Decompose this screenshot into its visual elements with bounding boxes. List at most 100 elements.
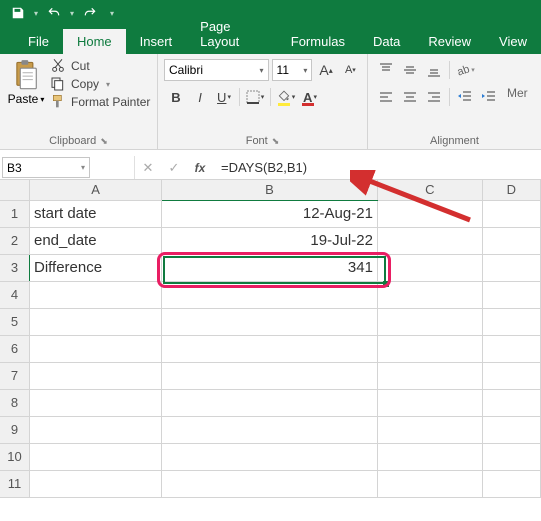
cell-A10[interactable]	[29, 443, 161, 470]
increase-indent-icon[interactable]	[477, 86, 501, 108]
tab-data[interactable]: Data	[359, 29, 414, 54]
cancel-formula-icon[interactable]: ✕	[135, 160, 161, 176]
cell-C2[interactable]	[377, 227, 482, 254]
save-icon[interactable]	[6, 2, 30, 24]
row-header-2[interactable]: 2	[0, 227, 29, 254]
fill-color-button[interactable]: ▾	[274, 86, 298, 108]
font-name-combo[interactable]: Calibri▾	[164, 59, 269, 81]
row-header-9[interactable]: 9	[0, 416, 29, 443]
font-launcher-icon[interactable]: ⬊	[272, 136, 280, 147]
cell-A5[interactable]	[29, 308, 161, 335]
row-header-8[interactable]: 8	[0, 389, 29, 416]
row-header-11[interactable]: 11	[0, 470, 29, 497]
cell-D2[interactable]	[482, 227, 540, 254]
cell-C8[interactable]	[377, 389, 482, 416]
align-left-icon[interactable]	[374, 86, 398, 108]
row-header-10[interactable]: 10	[0, 443, 29, 470]
bold-button[interactable]: B	[164, 86, 188, 108]
cell-B11[interactable]	[162, 470, 378, 497]
cell-A3[interactable]: Difference	[29, 254, 161, 281]
paste-button[interactable]: Paste▾	[6, 57, 46, 110]
formula-input[interactable]	[213, 156, 541, 179]
cell-A6[interactable]	[29, 335, 161, 362]
tab-review[interactable]: Review	[414, 29, 485, 54]
row-header-4[interactable]: 4	[0, 281, 29, 308]
cell-D10[interactable]	[482, 443, 540, 470]
row-header-3[interactable]: 3	[0, 254, 29, 281]
cell-A7[interactable]	[29, 362, 161, 389]
col-header-A[interactable]: A	[29, 180, 161, 200]
cell-A1[interactable]: start date	[29, 200, 161, 227]
cell-B4[interactable]	[162, 281, 378, 308]
col-header-B[interactable]: B	[162, 180, 378, 200]
cell-C7[interactable]	[377, 362, 482, 389]
tab-insert[interactable]: Insert	[126, 29, 187, 54]
col-header-D[interactable]: D	[482, 180, 540, 200]
cell-C5[interactable]	[377, 308, 482, 335]
tab-formulas[interactable]: Formulas	[277, 29, 359, 54]
align-center-icon[interactable]	[398, 86, 422, 108]
tab-file[interactable]: File	[14, 29, 63, 54]
cell-B3[interactable]: 341	[162, 254, 378, 281]
undo-icon[interactable]	[42, 2, 66, 24]
row-header-7[interactable]: 7	[0, 362, 29, 389]
enter-formula-icon[interactable]: ✓	[161, 160, 187, 176]
cell-B1[interactable]: 12-Aug-21	[162, 200, 378, 227]
cell-A9[interactable]	[29, 416, 161, 443]
cell-C4[interactable]	[377, 281, 482, 308]
qat-customize-icon[interactable]: ▾	[110, 9, 114, 18]
cell-C6[interactable]	[377, 335, 482, 362]
clipboard-launcher-icon[interactable]: ⬊	[100, 136, 108, 147]
cell-D5[interactable]	[482, 308, 540, 335]
select-all-corner[interactable]	[0, 180, 29, 200]
tab-home[interactable]: Home	[63, 29, 126, 54]
cell-C3[interactable]	[377, 254, 482, 281]
row-header-5[interactable]: 5	[0, 308, 29, 335]
fx-icon[interactable]: fx	[187, 161, 213, 175]
row-header-1[interactable]: 1	[0, 200, 29, 227]
tab-page-layout[interactable]: Page Layout	[186, 14, 277, 54]
cell-D8[interactable]	[482, 389, 540, 416]
cell-C1[interactable]	[377, 200, 482, 227]
underline-button[interactable]: U▾	[212, 86, 236, 108]
align-top-icon[interactable]	[374, 59, 398, 81]
format-painter-button[interactable]: Format Painter	[50, 94, 150, 110]
cell-A8[interactable]	[29, 389, 161, 416]
align-right-icon[interactable]	[422, 86, 446, 108]
cell-B10[interactable]	[162, 443, 378, 470]
redo-icon[interactable]	[78, 2, 102, 24]
cell-C10[interactable]	[377, 443, 482, 470]
col-header-C[interactable]: C	[377, 180, 482, 200]
cell-A11[interactable]	[29, 470, 161, 497]
cell-D7[interactable]	[482, 362, 540, 389]
row-header-6[interactable]: 6	[0, 335, 29, 362]
cell-D9[interactable]	[482, 416, 540, 443]
borders-button[interactable]: ▾	[243, 86, 267, 108]
cell-C9[interactable]	[377, 416, 482, 443]
cell-B5[interactable]	[162, 308, 378, 335]
tab-view[interactable]: View	[485, 29, 541, 54]
name-box[interactable]: B3▾	[2, 157, 90, 178]
cell-B2[interactable]: 19-Jul-22	[162, 227, 378, 254]
cell-B6[interactable]	[162, 335, 378, 362]
cell-B7[interactable]	[162, 362, 378, 389]
font-color-button[interactable]: A ▾	[298, 86, 322, 108]
copy-button[interactable]: Copy▾	[50, 76, 150, 92]
align-bottom-icon[interactable]	[422, 59, 446, 81]
cell-D11[interactable]	[482, 470, 540, 497]
cell-A2[interactable]: end_date	[29, 227, 161, 254]
cell-C11[interactable]	[377, 470, 482, 497]
cut-button[interactable]: Cut	[50, 58, 150, 74]
decrease-indent-icon[interactable]	[453, 86, 477, 108]
fill-handle[interactable]	[383, 281, 389, 287]
increase-font-icon[interactable]: A▴	[315, 59, 336, 81]
cell-B8[interactable]	[162, 389, 378, 416]
merge-button[interactable]: Mer	[501, 86, 528, 108]
italic-button[interactable]: I	[188, 86, 212, 108]
orientation-icon[interactable]: ab▾	[453, 59, 477, 81]
cell-D3[interactable]	[482, 254, 540, 281]
decrease-font-icon[interactable]: A▾	[340, 59, 361, 81]
cells-grid[interactable]: A B C D 1 start date 12-Aug-21 2 end_dat…	[0, 180, 541, 498]
cell-A4[interactable]	[29, 281, 161, 308]
cell-D6[interactable]	[482, 335, 540, 362]
